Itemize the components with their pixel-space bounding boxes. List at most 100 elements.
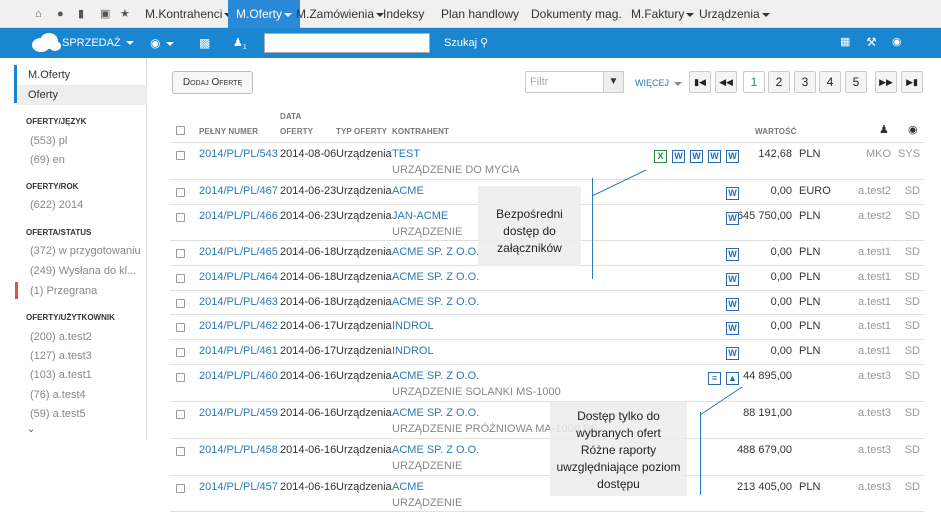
table-row[interactable]: 2014/PL/PL/463 2014-06-18 Urządzenia ACME S…	[170, 290, 924, 314]
offer-number-link[interactable]: 2014/PL/PL/460	[199, 370, 278, 382]
menu-urzadzenia[interactable]: Urządzenia	[691, 0, 778, 28]
row-checkbox[interactable]	[176, 447, 185, 456]
header-client[interactable]: KONTRAHENT	[392, 127, 449, 136]
row-checkbox[interactable]	[176, 151, 185, 160]
sidebar-item-user-test4[interactable]: (76) a.test4	[30, 389, 86, 401]
word-doc-icon[interactable]: W	[672, 150, 685, 163]
info-icon[interactable]: ●	[57, 7, 64, 21]
page-5-button[interactable]: 5	[845, 71, 867, 93]
client-link[interactable]: ACME SP. Z O.O.	[392, 407, 479, 419]
header-type[interactable]: TYP OFERTY	[336, 127, 387, 136]
excel-doc-icon[interactable]: X	[654, 150, 667, 163]
page-2-button[interactable]: 2	[768, 71, 790, 93]
search-input[interactable]	[264, 33, 430, 53]
table-row[interactable]: 2014/PL/PL/458 2014-06-16 Urządzenia ACME S…	[170, 438, 924, 475]
sidebar-item-user-test5[interactable]: (59) a.test5	[30, 408, 86, 420]
row-checkbox[interactable]	[176, 188, 185, 197]
report-doc-icon[interactable]: ≡	[708, 372, 721, 385]
word-doc-icon[interactable]: W	[726, 150, 739, 163]
sidebar-item-oferty[interactable]: Oferty	[28, 89, 58, 101]
row-checkbox[interactable]	[176, 348, 185, 357]
sidebar-item-user-test2[interactable]: (200) a.test2	[30, 331, 92, 343]
book-icon[interactable]: ▣	[100, 7, 110, 21]
offer-number-link[interactable]: 2014/PL/PL/465	[199, 246, 278, 258]
word-doc-icon[interactable]: W	[726, 187, 739, 200]
client-link[interactable]: INDROL	[392, 345, 434, 357]
sidebar-item-user-test1[interactable]: (103) a.test1	[30, 369, 92, 381]
table-row[interactable]: 2014/PL/PL/459 2014-06-16 Urządzenia ACME S…	[170, 401, 924, 438]
sidebar-title[interactable]: M.Oferty	[28, 69, 70, 81]
offer-number-link[interactable]: 2014/PL/PL/459	[199, 407, 278, 419]
menu-indeksy[interactable]: Indeksy	[375, 0, 432, 28]
search-button[interactable]: Szukaj ⚲	[444, 36, 488, 49]
add-offer-button[interactable]: Dodaj Ofertę	[172, 71, 253, 94]
page-3-button[interactable]: 3	[794, 71, 816, 93]
client-link[interactable]: ACME	[392, 185, 424, 197]
client-link[interactable]: ACME SP. Z O.O.	[392, 271, 479, 283]
offer-number-link[interactable]: 2014/PL/PL/464	[199, 271, 278, 283]
page-1-button[interactable]: 1	[743, 71, 765, 93]
client-link[interactable]: ACME SP. Z O.O.	[392, 246, 479, 258]
prev-page-icon[interactable]: ◀◀	[715, 71, 737, 93]
row-checkbox[interactable]	[176, 299, 185, 308]
menu-plan-handlowy[interactable]: Plan handlowy	[433, 0, 527, 28]
client-link[interactable]: ACME SP. Z O.O.	[392, 296, 479, 308]
offer-number-link[interactable]: 2014/PL/PL/457	[199, 481, 278, 493]
select-all-checkbox[interactable]	[176, 126, 185, 135]
eye-icon[interactable]: ◉	[892, 35, 902, 48]
sidebar-item-lang-pl[interactable]: (553) pl	[30, 135, 67, 147]
last-page-icon[interactable]: ▶▮	[901, 71, 923, 93]
menu-dokumenty-mag[interactable]: Dokumenty mag.	[523, 0, 630, 28]
table-row[interactable]: 2014/PL/PL/543 2014-08-06 Urządzenia TEST UR…	[170, 142, 924, 179]
client-link[interactable]: ACME	[392, 481, 424, 493]
table-row[interactable]: 2014/PL/PL/457 2014-06-16 Urządzenia ACME UR…	[170, 475, 924, 512]
user-menu[interactable]: ♟1	[233, 36, 247, 51]
chat-icon[interactable]: ▩	[199, 36, 210, 50]
image-attachment-icon[interactable]: ▲	[726, 372, 739, 385]
header-number[interactable]: PEŁNY NUMER	[199, 127, 258, 136]
first-page-icon[interactable]: ▮◀	[689, 71, 711, 93]
table-row[interactable]: 2014/PL/PL/461 2014-06-17 Urządzenia INDROL…	[170, 339, 924, 364]
next-page-icon[interactable]: ▶▶	[875, 71, 897, 93]
header-date-line1[interactable]: DATA	[280, 112, 301, 121]
sidebar-item-status-prep[interactable]: (372) w przygotowaniu	[30, 245, 141, 257]
sidebar-item-year-2014[interactable]: (622) 2014	[30, 199, 83, 211]
page-4-button[interactable]: 4	[819, 71, 841, 93]
more-filters-button[interactable]: WIĘCEJ	[635, 78, 682, 88]
client-link[interactable]: JAN-ACME	[392, 210, 448, 222]
word-doc-icon[interactable]: W	[726, 298, 739, 311]
offer-number-link[interactable]: 2014/PL/PL/463	[199, 296, 278, 308]
globe-menu[interactable]: ◉	[150, 36, 174, 50]
client-link[interactable]: ACME SP. Z O.O.	[392, 444, 479, 456]
table-row[interactable]: 2014/PL/PL/464 2014-06-18 Urządzenia ACME S…	[170, 265, 924, 290]
filter-funnel-icon[interactable]: ▼	[603, 71, 624, 93]
offer-number-link[interactable]: 2014/PL/PL/466	[199, 210, 278, 222]
star-icon[interactable]: ★	[120, 7, 130, 21]
client-link[interactable]: TEST	[392, 148, 420, 160]
row-checkbox[interactable]	[176, 249, 185, 258]
row-checkbox[interactable]	[176, 213, 185, 222]
grid-icon[interactable]: ▦	[840, 35, 850, 48]
table-row[interactable]: 2014/PL/PL/462 2014-06-17 Urządzenia INDROL…	[170, 314, 924, 339]
offer-number-link[interactable]: 2014/PL/PL/543	[199, 148, 278, 160]
row-checkbox[interactable]	[176, 410, 185, 419]
row-checkbox[interactable]	[176, 373, 185, 382]
offer-number-link[interactable]: 2014/PL/PL/462	[199, 320, 278, 332]
word-doc-icon[interactable]: W	[726, 212, 739, 225]
client-link[interactable]: INDROL	[392, 320, 434, 332]
word-doc-icon[interactable]: W	[726, 273, 739, 286]
header-value[interactable]: WARTOŚĆ	[755, 127, 796, 136]
row-checkbox[interactable]	[176, 274, 185, 283]
sidebar-item-lang-en[interactable]: (69) en	[30, 154, 65, 166]
offer-number-link[interactable]: 2014/PL/PL/467	[199, 185, 278, 197]
offer-number-link[interactable]: 2014/PL/PL/458	[199, 444, 278, 456]
word-doc-icon[interactable]: W	[690, 150, 703, 163]
file-icon[interactable]: ▮	[78, 7, 84, 21]
word-doc-icon[interactable]: W	[726, 248, 739, 261]
brand-menu[interactable]: SPRZEDAŻ	[62, 37, 134, 49]
client-link[interactable]: ACME SP. Z O.O.	[392, 370, 479, 382]
menu-kontrahenci[interactable]: M.Kontrahenci	[137, 0, 240, 28]
home-icon[interactable]: ⌂	[35, 7, 42, 21]
sidebar-item-status-lost[interactable]: (1) Przegrana	[30, 285, 97, 297]
word-doc-icon[interactable]: W	[708, 150, 721, 163]
